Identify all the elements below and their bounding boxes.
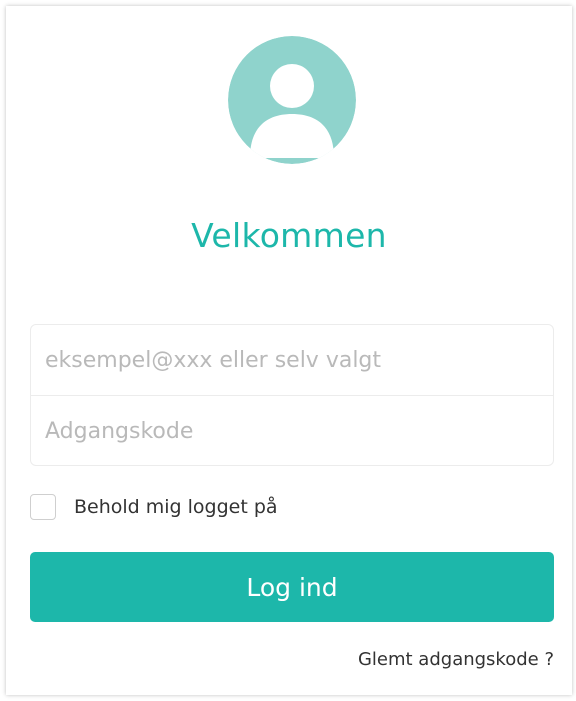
login-button[interactable]: Log ind — [30, 552, 554, 622]
remember-me-row[interactable]: Behold mig logget på — [30, 492, 278, 522]
password-input[interactable] — [31, 396, 553, 466]
welcome-title: Velkommen — [191, 216, 387, 255]
user-avatar-icon — [228, 36, 356, 164]
remember-me-checkbox[interactable] — [30, 494, 56, 520]
forgot-password-link[interactable]: Glemt adgangskode ? — [358, 649, 554, 670]
credentials-box — [30, 324, 554, 466]
email-input[interactable] — [31, 325, 553, 395]
login-panel: Velkommen Behold mig logget på Log ind G… — [6, 6, 572, 695]
remember-me-label: Behold mig logget på — [74, 496, 278, 518]
